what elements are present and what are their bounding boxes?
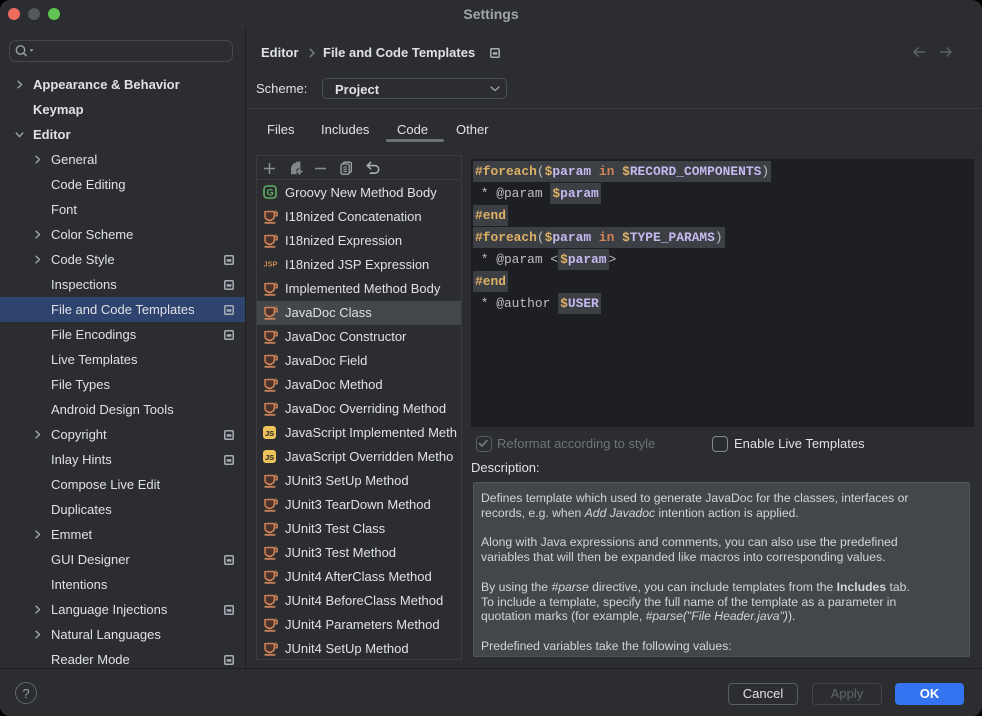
svg-text:JSP: JSP [264,260,278,269]
svg-text:JS: JS [265,429,274,438]
svg-text:JS: JS [265,453,274,462]
svg-text:G: G [267,187,274,197]
